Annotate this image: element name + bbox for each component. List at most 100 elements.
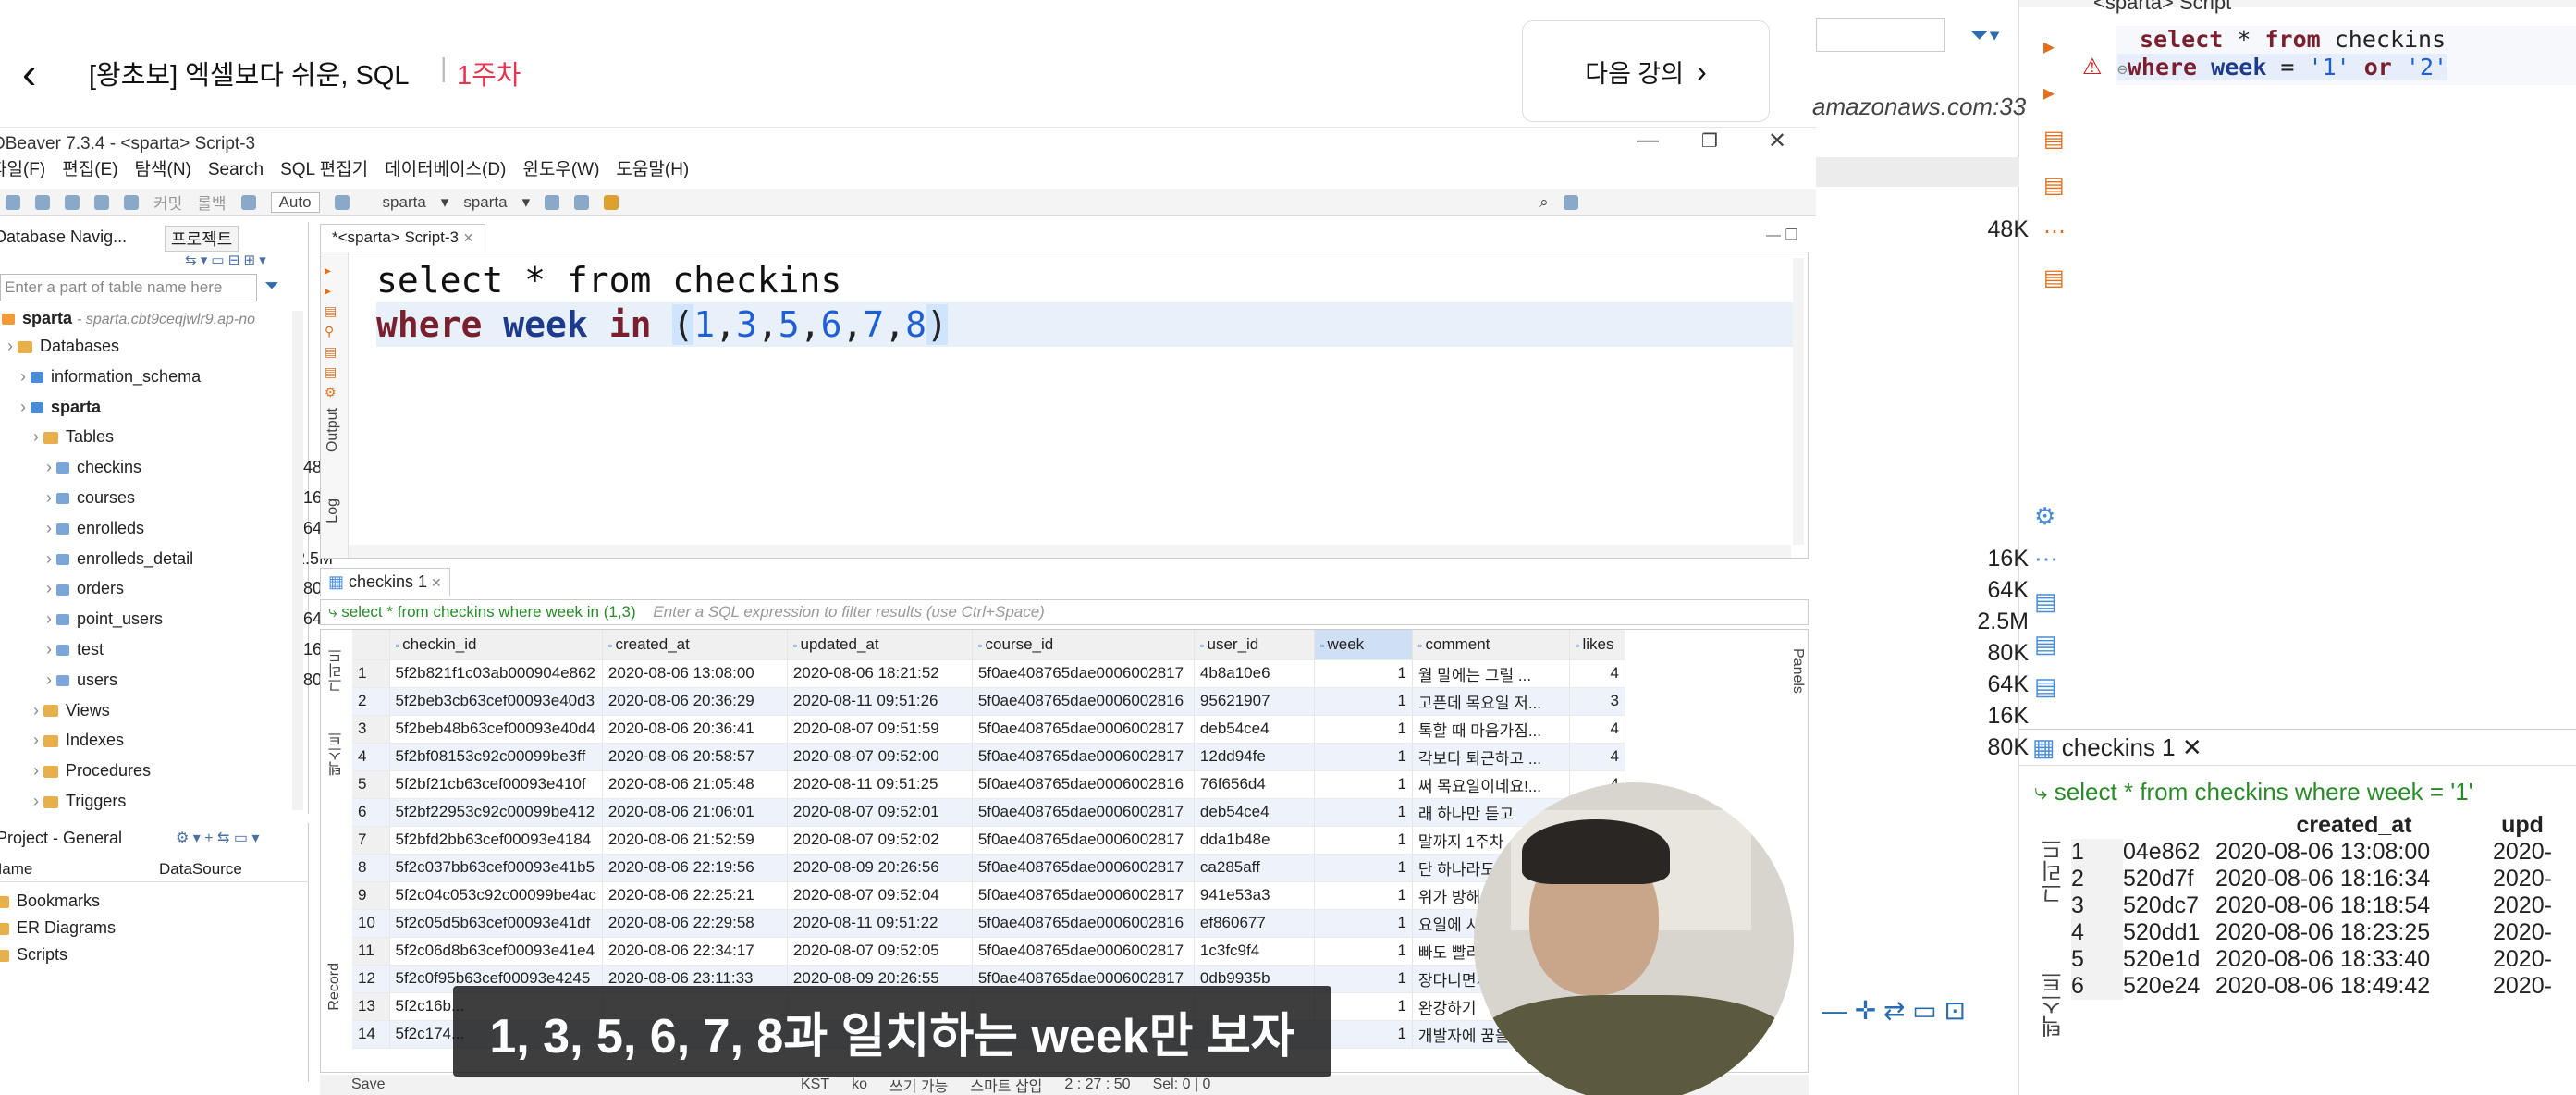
menu-item[interactable]: 파일(F) — [0, 157, 45, 183]
right-action-icons[interactable]: — ✛ ⇄ ▭ ⊡ — [1822, 995, 1966, 1026]
chevron-right-icon[interactable]: › — [33, 731, 43, 749]
log-panel-toggle[interactable]: Log — [325, 498, 341, 523]
schema-selector[interactable]: sparta — [463, 193, 507, 212]
right-table-cell[interactable]: 2020- — [2493, 973, 2552, 1000]
right-side-icons[interactable]: ⚙ ⋯ ▤ ▤ ▤ — [2034, 495, 2079, 707]
table-cell[interactable]: 4 — [1569, 715, 1625, 744]
right-table-cell[interactable]: 2020- — [2493, 892, 2552, 919]
table-cell[interactable]: 1 — [1314, 687, 1413, 716]
menu-item[interactable]: 도움말(H) — [616, 157, 689, 183]
right-table-cell[interactable]: 2020- — [2493, 919, 2552, 946]
table-cell[interactable]: 각보다 퇴근하고 ... — [1412, 743, 1570, 771]
right-table-cell[interactable]: 520dd1 — [2123, 919, 2215, 946]
right-column-header[interactable]: upd — [2493, 812, 2552, 839]
right-column-header[interactable] — [2071, 812, 2123, 839]
table-cell[interactable]: 5f2b821f1c03ab000904e862 — [389, 659, 603, 688]
table-cell[interactable]: 2020-08-06 21:52:59 — [602, 826, 788, 855]
table-cell[interactable]: 5f0ae408765dae0006002817 — [972, 937, 1195, 966]
table-cell[interactable]: 5f2bf22953c92c00099be412 — [389, 798, 603, 827]
sql-line-1[interactable]: select * from checkins — [376, 258, 1800, 302]
chevron-right-icon[interactable]: › — [33, 701, 43, 720]
table-cell[interactable]: 5f2bfd2bb63cef00093e4184 — [389, 826, 603, 855]
right-table-cell[interactable]: 520d7f — [2123, 866, 2215, 892]
filter-icon[interactable]: ⏷▾ — [1969, 20, 2001, 50]
results-filter-bar[interactable]: ⤷ select * from checkins where week in (… — [320, 599, 1809, 625]
search-icon[interactable]: ⌕ — [1539, 193, 1549, 212]
table-cell[interactable]: dda1b48e — [1194, 826, 1315, 855]
table-cell[interactable]: 2020-08-06 22:34:17 — [602, 937, 788, 966]
chevron-right-icon[interactable]: › — [46, 671, 56, 689]
close-icon[interactable]: ✕ — [463, 230, 474, 245]
chevron-right-icon[interactable]: › — [33, 761, 43, 780]
sql-line-2[interactable]: where week in (1,3,5,6,7,8) — [376, 302, 1800, 347]
table-row[interactable]: 1 5f2b821f1c03ab000904e862 2020-08-06 13:0… — [352, 659, 1625, 688]
table-cell[interactable]: 2020-08-07 09:51:59 — [787, 715, 973, 744]
table-cell[interactable]: 4b8a10e6 — [1194, 659, 1315, 688]
sql-editor[interactable]: ▸ ▸ ▤ ⚲ ▤ ▤ ⚙ Output Log select * from checkin… — [320, 252, 1809, 559]
right-table-row[interactable]: 1 04e862 2020-08-06 13:08:00 2020- — [2071, 839, 2552, 866]
right-script-tab[interactable]: <sparta> Script — [2093, 0, 2231, 15]
tab-projects[interactable]: 프로젝트 — [165, 226, 239, 252]
tree-item-databases[interactable]: › Databases — [7, 333, 303, 360]
chevron-down-icon[interactable]: ▾ — [522, 193, 531, 212]
table-cell[interactable]: 2020-08-06 13:08:00 — [602, 659, 788, 688]
column-header-updated-at[interactable]: ▫ updated_at — [787, 630, 973, 660]
table-cell[interactable]: 5f0ae408765dae0006002817 — [972, 715, 1195, 744]
link-icon[interactable] — [545, 194, 560, 210]
tree-item-information-schema[interactable]: › information_schema — [20, 363, 316, 390]
table-cell[interactable]: 3 — [1569, 687, 1625, 716]
right-table-cell[interactable]: 520e24 — [2123, 973, 2215, 1000]
table-cell[interactable]: 5f2bf08153c92c00099be3ff — [389, 743, 603, 771]
table-cell[interactable]: 1c3fc9f4 — [1194, 937, 1315, 966]
table-filter-input[interactable]: Enter a part of table name here — [0, 274, 257, 301]
right-table-row[interactable]: 4 520dd1 2020-08-06 18:23:25 2020- — [2071, 919, 2552, 946]
right-column-header[interactable]: created_at — [2215, 812, 2493, 839]
gutter-run-icons[interactable]: ▸ ▸ ▤ ⚲ ▤ ▤ ⚙ — [325, 260, 337, 402]
table-cell[interactable]: 2020-08-11 09:51:25 — [787, 770, 973, 799]
table-cell[interactable]: 941e53a3 — [1194, 881, 1315, 910]
editor-hscrollbar[interactable] — [349, 545, 1791, 558]
table-cell[interactable]: 2020-08-06 20:36:41 — [602, 715, 788, 744]
table-cell[interactable]: 95621907 — [1194, 687, 1315, 716]
chevron-right-icon[interactable]: › — [7, 337, 18, 355]
table-cell[interactable]: 2020-08-11 09:51:26 — [787, 687, 973, 716]
table-cell[interactable]: 1 — [1314, 826, 1413, 855]
right-sql-editor[interactable]: select * from checkins ⊖where week = '1'… — [2116, 26, 2576, 85]
chevron-right-icon[interactable]: › — [46, 640, 56, 658]
chevron-right-icon[interactable]: › — [46, 579, 56, 597]
table-cell[interactable]: 2020-08-11 09:51:22 — [787, 909, 973, 938]
project-item-er-diagrams[interactable]: ER Diagrams — [0, 915, 290, 941]
table-cell[interactable]: 2020-08-06 20:58:57 — [602, 743, 788, 771]
table-row[interactable]: 11 5f2c06d8b63cef00093e41e4 2020-08-06 22:… — [352, 937, 1625, 966]
commit-label[interactable]: 커밋 — [153, 191, 182, 214]
table-cell[interactable]: 2020-08-06 21:05:48 — [602, 770, 788, 799]
disconnect-icon[interactable] — [65, 194, 80, 210]
table-cell[interactable]: ca285aff — [1194, 854, 1315, 882]
menu-item[interactable]: Search — [208, 157, 264, 183]
right-table-row[interactable]: 5 520e1d 2020-08-06 18:33:40 2020- — [2071, 946, 2552, 973]
table-cell[interactable]: 1 — [1314, 909, 1413, 938]
column-header-created-at[interactable]: ▫ created_at — [602, 630, 788, 660]
navigator-scrollbar[interactable] — [292, 311, 303, 810]
right-table-row[interactable]: 6 520e24 2020-08-06 18:49:42 2020- — [2071, 973, 2552, 1000]
right-results-filter[interactable]: ⤷ select * from checkins where week = '1… — [2034, 773, 2576, 810]
panels-toggle[interactable]: Panels — [1789, 648, 1806, 694]
table-row[interactable]: 4 5f2bf08153c92c00099be3ff 2020-08-06 20:5… — [352, 743, 1625, 771]
table-cell[interactable]: 5f0ae408765dae0006002816 — [972, 909, 1195, 938]
table-row[interactable]: 2 5f2beb3cb63cef00093e40d3 2020-08-06 20:3… — [352, 687, 1625, 716]
table-cell[interactable]: 1 — [1314, 743, 1413, 771]
table-row[interactable]: 8 5f2c037bb63cef00093e41b5 2020-08-06 22:1… — [352, 854, 1625, 882]
right-column-header[interactable] — [2123, 812, 2215, 839]
right-filter-input[interactable] — [1816, 18, 1945, 52]
project-item-scripts[interactable]: Scripts — [0, 941, 290, 968]
connection-selector[interactable]: sparta — [383, 193, 426, 212]
table-cell[interactable]: 1 — [1314, 854, 1413, 882]
chevron-right-icon[interactable]: › — [46, 458, 56, 476]
table-cell[interactable]: 2020-08-09 20:26:56 — [787, 854, 973, 882]
chevron-down-icon[interactable]: ▾ — [441, 193, 449, 212]
grid-view-toggle[interactable]: 그리드 — [326, 648, 349, 693]
transaction-icon[interactable] — [240, 194, 256, 210]
close-icon[interactable]: ✕ — [1768, 128, 1786, 154]
record-view-toggle[interactable]: Record — [326, 963, 343, 1011]
perspective-icon[interactable] — [1563, 194, 1578, 210]
